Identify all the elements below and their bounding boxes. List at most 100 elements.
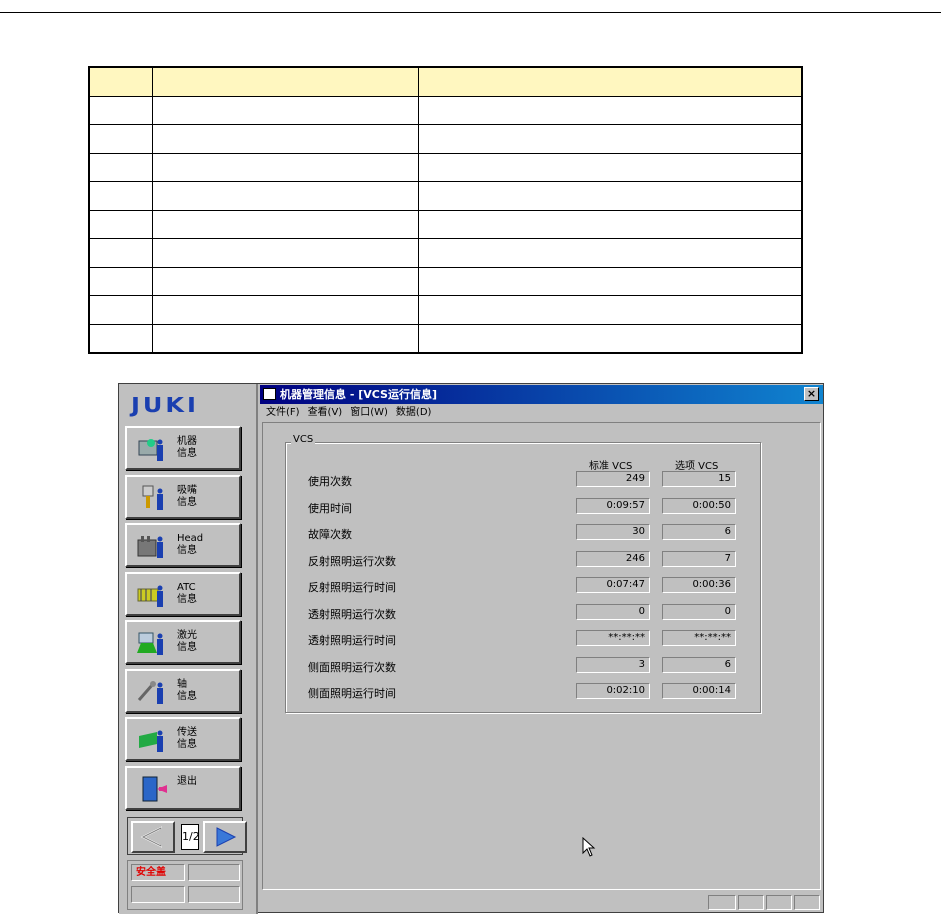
menu-item[interactable]: 文件(F) (266, 407, 300, 418)
spec-table-row (88, 95, 803, 125)
col-header-standard-vcs: 标准 VCS (589, 461, 633, 472)
standard-vcs-value: 246 (576, 550, 650, 567)
nav-button-label: 传送 信息 (177, 727, 197, 750)
nav-button-label: Head 信息 (177, 533, 204, 556)
juki-screenshot: JUKI 机器 信息 吸嘴 信息 Head 信息 ATC 信息 激光 信息轴 信息 传送 … (118, 383, 824, 914)
nav-button-label: 轴 信息 (177, 678, 197, 702)
window-status-bar (260, 892, 823, 912)
spec-table-row (88, 209, 803, 239)
status-cell (188, 864, 240, 881)
col-header-option-vcs: 选项 VCS (675, 461, 719, 472)
spec-table-cell (88, 323, 153, 353)
spec-table-row (88, 152, 803, 182)
spec-table-row (88, 323, 803, 353)
menu-item[interactable]: 数据(D) (396, 407, 432, 418)
vcs-row-label: 使用次数 (308, 475, 352, 488)
vcs-group-title: VCS (291, 434, 316, 445)
prev-page-button[interactable] (131, 821, 175, 853)
page-number: 1/2 (181, 824, 200, 850)
spec-table-cell (417, 295, 803, 325)
spec-table-row (88, 181, 803, 211)
spec-table-cell (417, 266, 803, 296)
spec-table-row (88, 124, 803, 154)
nav-button-atc-info[interactable]: ATC 信息 (125, 571, 241, 616)
vcs-row-label: 透射照明运行时间 (308, 634, 396, 647)
spec-table-cell (88, 181, 153, 211)
spec-table-cell (151, 181, 419, 211)
spec-table-cell (417, 181, 803, 211)
standard-vcs-value: 0:02:10 (576, 683, 650, 699)
window-title-bar: 机器管理信息 - [VCS运行信息] × (260, 385, 823, 404)
window-app-icon (263, 388, 276, 400)
vcs-row-label: 使用时间 (308, 501, 352, 515)
atc-info-icon (137, 585, 163, 607)
option-vcs-value: 0 (662, 603, 736, 620)
spec-table-cell (88, 295, 153, 325)
nav-button-laser-info[interactable]: 激光 信息 (125, 620, 241, 664)
option-vcs-value: 0:00:36 (662, 577, 736, 593)
status-bar-pane (766, 895, 792, 910)
spec-table-cell (88, 266, 153, 296)
close-button[interactable]: × (804, 387, 819, 401)
standard-vcs-value: 0:07:47 (576, 577, 650, 593)
status-panel: 安全盖 (127, 860, 243, 910)
safety-cover-status: 安全盖 (131, 864, 185, 881)
head-info-icon (137, 536, 163, 558)
window-title: 机器管理信息 - [VCS运行信息] (280, 388, 437, 401)
status-bar-pane (738, 895, 764, 910)
spec-table-row (88, 266, 803, 296)
vcs-row-label: 反射照明运行时间 (308, 581, 396, 594)
exit-door-icon (142, 776, 167, 801)
vcs-row-label: 透射照明运行次数 (308, 607, 396, 621)
standard-vcs-value: 249 (576, 471, 650, 487)
spec-table-row (88, 238, 803, 268)
status-bar-pane (708, 895, 736, 910)
option-vcs-value: 6 (662, 656, 736, 673)
vcs-row-label: 侧面照明运行时间 (308, 687, 396, 700)
menu-bar: 文件(F) 查看(V) 窗口(W) 数据(D) (260, 404, 823, 422)
menu-item[interactable]: 查看(V) (308, 407, 343, 418)
status-bar-pane (794, 895, 820, 910)
nav-button-label: 激光 信息 (177, 630, 197, 653)
option-vcs-value: 6 (662, 524, 736, 540)
spec-table-cell (88, 124, 153, 154)
laser-info-icon (137, 632, 163, 655)
nav-button-nozzle-info[interactable]: 吸嘴 信息 (125, 474, 241, 519)
axis-info-icon (137, 680, 163, 704)
nav-button-conveyor-info[interactable]: 传送 信息 (125, 717, 241, 761)
spec-table-cell (151, 238, 419, 268)
spec-table-cell (417, 323, 803, 353)
spec-table-cell (151, 209, 419, 239)
standard-vcs-value: **:**:** (576, 630, 650, 646)
spec-table-cell (151, 295, 419, 325)
nav-button-machine-info[interactable]: 机器 信息 (125, 426, 241, 470)
next-page-button[interactable] (203, 821, 247, 853)
spec-table-cell (417, 238, 803, 268)
nav-button-label: 退出 (177, 775, 197, 787)
option-vcs-value: 7 (662, 550, 736, 567)
conveyor-info-icon (139, 730, 163, 752)
spec-table (88, 66, 803, 354)
page-navigator: 1/2 (127, 817, 247, 855)
option-vcs-value: 0:00:50 (662, 497, 736, 514)
arrow-right-icon (216, 827, 237, 847)
nav-button-exit-door[interactable]: 退出 (125, 765, 241, 810)
spec-table-cell (88, 95, 153, 125)
nav-button-head-info[interactable]: Head 信息 (125, 523, 241, 567)
spec-table-cell (417, 66, 803, 97)
nav-button-axis-info[interactable]: 轴 信息 (125, 668, 241, 713)
nav-button-label: 吸嘴 信息 (177, 484, 197, 508)
mouse-cursor-icon (582, 837, 596, 857)
spec-table-cell (151, 266, 419, 296)
page-top-rule (0, 12, 941, 13)
vcs-row-label: 故障次数 (308, 528, 352, 541)
spec-table-cell (88, 238, 153, 268)
spec-table-cell (151, 152, 419, 182)
status-cell (188, 886, 240, 903)
menu-item[interactable]: 窗口(W) (350, 407, 388, 418)
machine-info-icon (138, 439, 163, 461)
vcs-row-label: 侧面照明运行次数 (308, 660, 396, 674)
spec-table-cell (88, 66, 153, 97)
standard-vcs-value: 30 (576, 524, 650, 540)
status-cell (131, 886, 185, 903)
